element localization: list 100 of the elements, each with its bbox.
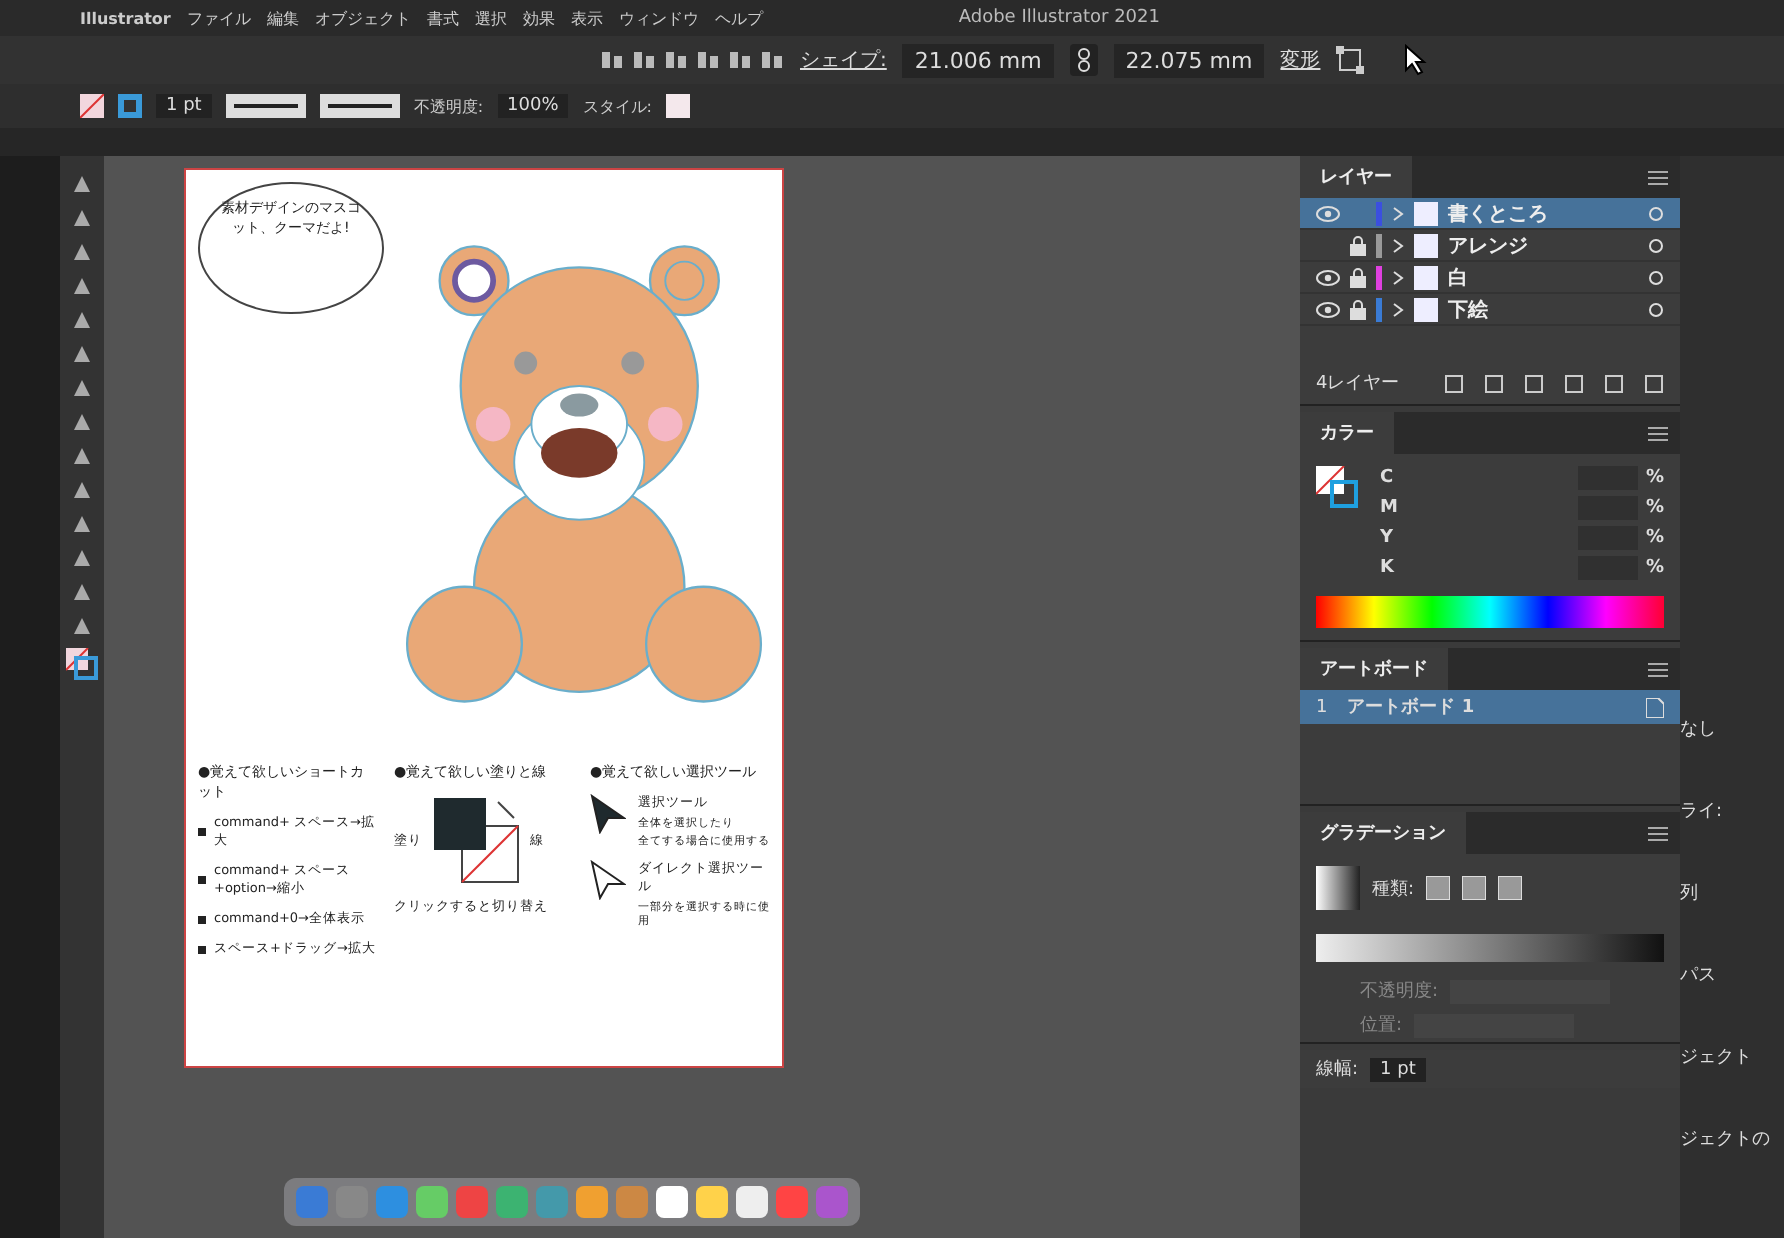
tool-icon[interactable]: [70, 376, 94, 400]
lock-icon[interactable]: [1350, 267, 1366, 287]
menu-icon[interactable]: [1648, 169, 1668, 185]
tool-icon[interactable]: [70, 444, 94, 468]
app-icon[interactable]: [656, 1186, 688, 1218]
menu-item[interactable]: 書式: [426, 7, 459, 29]
fill-swatch-icon[interactable]: [80, 94, 104, 118]
gradient-swatch-icon[interactable]: [1316, 866, 1360, 910]
tool-icon[interactable]: [70, 580, 94, 604]
tool-icon[interactable]: [70, 410, 94, 434]
align-icon[interactable]: [728, 48, 752, 72]
panel-text: ジェクト: [1680, 1046, 1754, 1070]
tool-icon[interactable]: [70, 478, 94, 502]
link-icon[interactable]: [1069, 44, 1098, 76]
artboard-number: 1: [1316, 697, 1328, 717]
tool-icon[interactable]: [70, 240, 94, 264]
layer-thumbnail-icon: [1414, 297, 1438, 321]
tool-icon[interactable]: [70, 308, 94, 332]
menu-item[interactable]: 表示: [570, 7, 603, 29]
menu-item[interactable]: ファイル: [186, 7, 251, 29]
lock-icon[interactable]: [1350, 235, 1366, 255]
menu-icon[interactable]: [1648, 661, 1668, 677]
menu-item[interactable]: 編集: [266, 7, 299, 29]
align-icon[interactable]: [664, 48, 688, 72]
layer-row[interactable]: アレンジ: [1300, 230, 1680, 262]
align-icon[interactable]: [760, 48, 784, 72]
tool-icon[interactable]: [70, 206, 94, 230]
layer-name: 書くところ: [1448, 201, 1550, 227]
percent-label: %: [1645, 528, 1664, 548]
menu-item[interactable]: 選択: [474, 7, 507, 29]
tool-icon[interactable]: [70, 512, 94, 536]
panel-text: パス: [1680, 964, 1718, 988]
hollow-arrow-icon: [590, 860, 626, 900]
transform-icon[interactable]: [1336, 46, 1365, 74]
layer-name: アレンジ: [1448, 233, 1530, 259]
stroke-weight-field[interactable]: 1 pt: [1370, 1057, 1426, 1081]
layer-count: 4レイヤー: [1316, 372, 1402, 396]
panel-text: ジェクトの: [1680, 1128, 1772, 1152]
cursor-icon: [1404, 44, 1429, 76]
opacity-label: 不透明度:: [413, 95, 484, 117]
panel-tab[interactable]: グラデーション: [1300, 812, 1466, 854]
eye-icon[interactable]: [1316, 205, 1340, 221]
panel-tab[interactable]: アートボード: [1300, 648, 1448, 690]
fill-stroke-icon[interactable]: [1316, 466, 1360, 510]
tool-icon[interactable]: [70, 274, 94, 298]
menu-icon[interactable]: [1648, 825, 1668, 841]
align-icon[interactable]: [600, 48, 624, 72]
percent-label: %: [1645, 468, 1664, 488]
bullet-icon: [198, 945, 206, 953]
panel-tab[interactable]: カラー: [1300, 412, 1394, 454]
app-icon[interactable]: [736, 1186, 768, 1218]
height-field[interactable]: 22.075 mm: [1113, 43, 1265, 77]
stroke-weight-field[interactable]: 1 pt: [156, 94, 212, 118]
layer-row[interactable]: 下絵: [1300, 294, 1680, 326]
layer-row[interactable]: 書くところ: [1300, 198, 1680, 230]
align-icon[interactable]: [696, 48, 720, 72]
type-label: 種類:: [1372, 877, 1415, 901]
opacity-field[interactable]: 100%: [497, 94, 569, 118]
tool-icon[interactable]: [70, 342, 94, 366]
percent-label: %: [1645, 498, 1664, 518]
tool-icon[interactable]: [70, 172, 94, 196]
stroke-weight-label: 線幅:: [1316, 1057, 1359, 1082]
panel-text: 列: [1680, 881, 1700, 906]
transform-link[interactable]: 変形: [1280, 46, 1321, 74]
menu-item[interactable]: オブジェクト: [314, 7, 411, 29]
bullet-icon: [198, 828, 206, 836]
opacity-label: 不透明度:: [1360, 979, 1439, 1004]
width-field[interactable]: 21.006 mm: [902, 43, 1054, 77]
shape-label: シェイプ:: [800, 47, 887, 74]
fill-stroke-icon[interactable]: [66, 648, 98, 680]
bullet-icon: [198, 915, 206, 923]
menu-item[interactable]: Illustrator: [80, 9, 171, 27]
panel-tab[interactable]: レイヤー: [1300, 156, 1412, 198]
artboard-row[interactable]: 1 アートボード 1: [1300, 690, 1680, 724]
stroke-swatch-icon[interactable]: [118, 94, 142, 118]
menu-item[interactable]: ウィンドウ: [618, 7, 699, 29]
menu-icon[interactable]: [1648, 425, 1668, 441]
fill-stroke-drawing: [430, 794, 522, 886]
location-label: 位置:: [1360, 1013, 1403, 1038]
tool-icon[interactable]: [70, 614, 94, 638]
page-icon[interactable]: [1646, 697, 1664, 717]
lock-icon[interactable]: [1350, 299, 1366, 319]
artboard-name: アートボード 1: [1347, 695, 1477, 720]
style-swatch-icon[interactable]: [665, 94, 690, 118]
channel-label: C: [1380, 468, 1396, 488]
layer-thumbnail-icon: [1414, 201, 1438, 225]
align-icon[interactable]: [632, 48, 656, 72]
layer-row[interactable]: 白: [1300, 262, 1680, 294]
eye-icon[interactable]: [1316, 301, 1340, 317]
channel-label: Y: [1380, 528, 1396, 548]
layer-thumbnail-icon: [1414, 233, 1438, 257]
menu-item[interactable]: 効果: [522, 7, 555, 29]
app-icon[interactable]: [696, 1186, 728, 1218]
menu-item[interactable]: ヘルプ: [714, 7, 763, 29]
solid-arrow-icon: [590, 794, 626, 834]
color-spectrum[interactable]: [1316, 596, 1664, 628]
layer-name: 白: [1448, 265, 1470, 291]
eye-icon[interactable]: [1316, 269, 1340, 285]
layer-thumbnail-icon: [1414, 265, 1438, 289]
tool-icon[interactable]: [70, 546, 94, 570]
